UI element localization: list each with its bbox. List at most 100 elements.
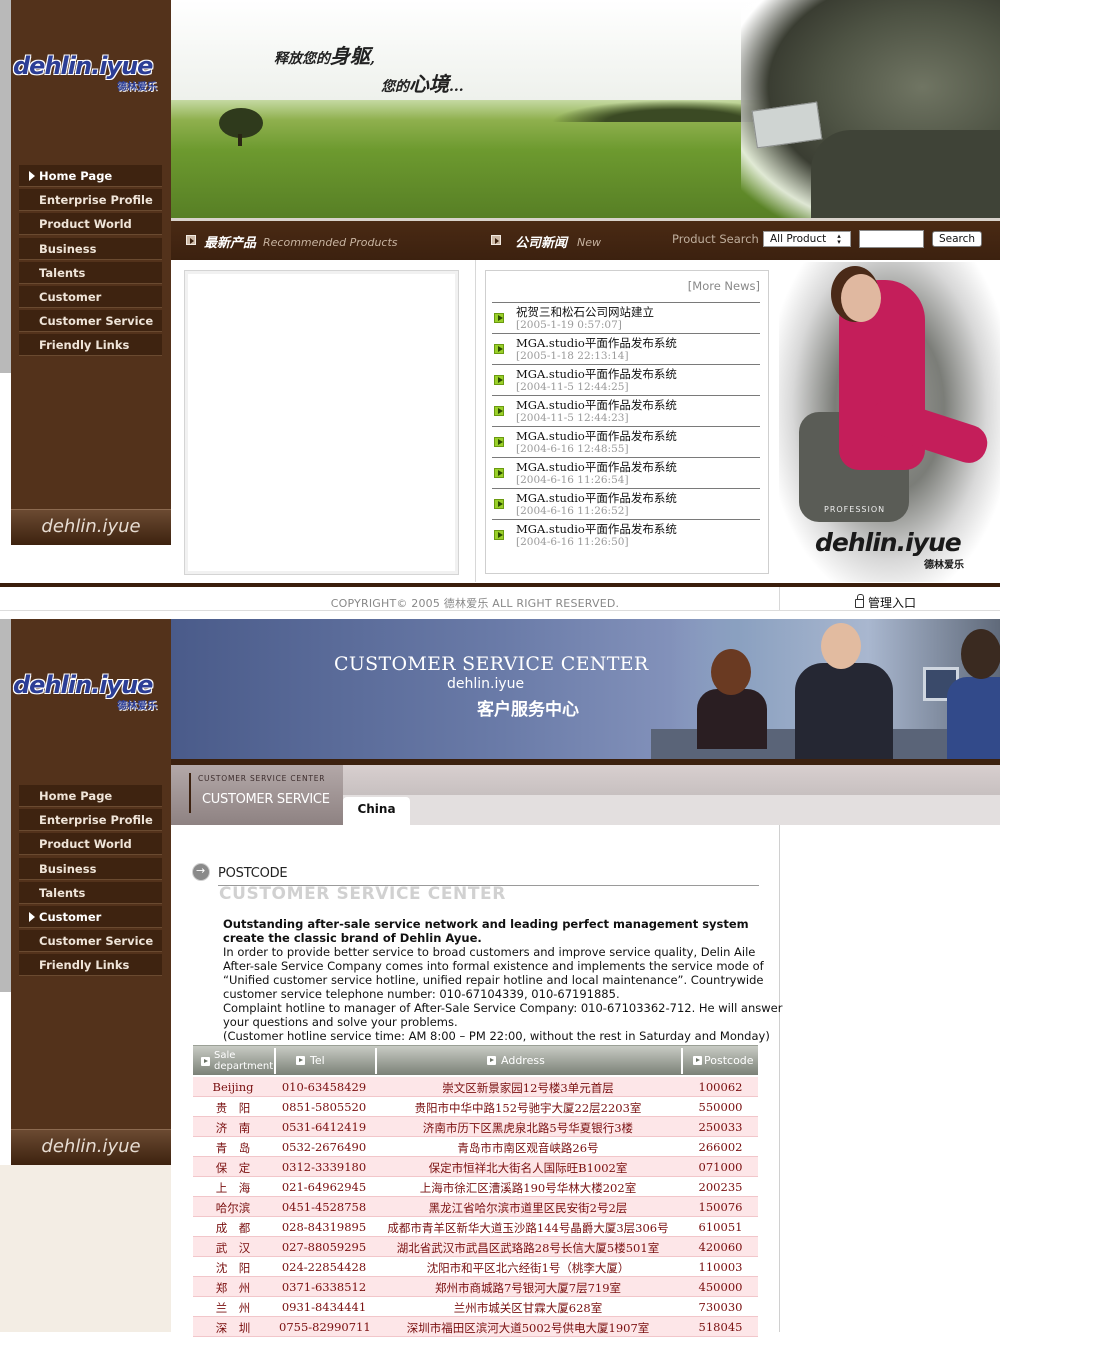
cell-postcode: 150076 bbox=[698, 1200, 743, 1214]
sidebar-2: dehlin.iyue 德林爱乐 Home Page Enterprise Pro… bbox=[11, 619, 171, 1165]
cell-tel: 0371-6338512 bbox=[281, 1280, 367, 1294]
sidebar-item-business-cooperation[interactable]: Business Cooperation bbox=[19, 237, 162, 278]
brand-logo[interactable]: dehlin.iyue 德林爱乐 bbox=[13, 52, 173, 93]
news-bullet-icon bbox=[494, 437, 504, 447]
cell-postcode: 100062 bbox=[698, 1080, 743, 1094]
table-row: 上 海 021-64962945 上海市徐汇区漕溪路190号华林大楼202室 2002… bbox=[193, 1177, 758, 1197]
cell-tel: 0931-8434441 bbox=[281, 1300, 367, 1314]
sidebar-item-business-cooperation[interactable]: Business Cooperation bbox=[19, 857, 162, 898]
th-arrow-icon bbox=[296, 1056, 305, 1065]
product-search-input[interactable] bbox=[859, 230, 924, 248]
column-divider bbox=[475, 260, 476, 582]
search-button[interactable]: Search bbox=[932, 231, 982, 247]
main-nav-2: Home Page Enterprise Profile Product World… bbox=[19, 785, 162, 979]
news-title[interactable]: MGA.studio平面作品发布系统 bbox=[516, 521, 677, 537]
cell-address: 青岛市市南区观音峡路26号 bbox=[457, 1141, 599, 1155]
th-sale-line2: department bbox=[214, 1061, 274, 1072]
sidebar-item-label: Customer Service bbox=[39, 934, 154, 949]
tab-china[interactable]: China bbox=[343, 797, 410, 825]
sidebar-item-label: Product World bbox=[39, 837, 132, 852]
cell-postcode: 730030 bbox=[698, 1300, 743, 1314]
news-title[interactable]: MGA.studio平面作品发布系统 bbox=[516, 335, 677, 351]
cell-city: Beijing bbox=[212, 1080, 254, 1094]
sidebar-item-home-page[interactable]: Home Page bbox=[19, 165, 162, 187]
sidebar-item-friendly-links[interactable]: Friendly Links bbox=[19, 334, 162, 357]
table-row: 郑 州 0371-6338512 郑州市商城路7号银河大厦7层719室 450000 bbox=[193, 1277, 758, 1297]
sidebar-item-talents-recruitment[interactable]: Talents Recruitment bbox=[19, 881, 162, 922]
news-item[interactable]: MGA.studio平面作品发布系统 [2004-11-5 12:44:25] bbox=[492, 364, 760, 395]
news-item[interactable]: MGA.studio平面作品发布系统 [2004-6-16 11:26:52] bbox=[492, 488, 760, 519]
news-item[interactable]: MGA.studio平面作品发布系统 [2004-6-16 11:26:54] bbox=[492, 457, 760, 488]
admin-login-link[interactable]: 管理入口 bbox=[855, 594, 916, 611]
active-arrow-icon bbox=[29, 171, 35, 181]
th-sale-department: Sale department bbox=[199, 1048, 276, 1074]
cell-tel: 0532-2676490 bbox=[281, 1140, 367, 1154]
cell-postcode: 266002 bbox=[698, 1140, 743, 1154]
banner-tree-trunk bbox=[238, 134, 242, 146]
sidebar-item-talents-recruitment[interactable]: Talents Recruitment bbox=[19, 261, 162, 302]
table-row: 兰 州 0931-8434441 兰州市城关区甘霖大厦628室 730030 bbox=[193, 1297, 758, 1317]
news-item[interactable]: MGA.studio平面作品发布系统 [2004-6-16 11:26:50] bbox=[492, 519, 760, 550]
th-address-label: Address bbox=[501, 1054, 545, 1067]
news-bullet-icon bbox=[494, 530, 504, 540]
photo-man-head bbox=[821, 623, 861, 669]
sidebar-item-label: Enterprise Profile bbox=[39, 193, 153, 208]
slogan-line-1: 释放您的身躯, bbox=[274, 40, 375, 69]
promo-logo: dehlin.iyue bbox=[815, 528, 962, 557]
news-bullet-icon bbox=[494, 406, 504, 416]
sidebar-item-label: Home Page bbox=[39, 169, 113, 183]
sidebar-footer-brand: dehlin.iyue bbox=[11, 509, 171, 545]
photo-person3-body bbox=[947, 677, 1000, 759]
sidebar-item-home-page[interactable]: Home Page bbox=[19, 785, 162, 807]
sidebar-item-label: Enterprise Profile bbox=[39, 813, 153, 828]
cs-title-small: CUSTOMER SERVICE CENTER bbox=[198, 774, 326, 783]
slogan2-prefix: 您的 bbox=[381, 79, 409, 95]
news-item[interactable]: MGA.studio平面作品发布系统 [2004-6-16 12:48:55] bbox=[492, 426, 760, 457]
table-row: 成 都 028-84319895 成都市青羊区新华大道玉沙路144号晶爵大厦3层30… bbox=[193, 1217, 758, 1237]
cell-city: 深 圳 bbox=[215, 1321, 251, 1335]
sidebar-item-friendly-links[interactable]: Friendly Links bbox=[19, 954, 162, 977]
cs-brand: dehlin.iyue bbox=[447, 676, 525, 692]
cell-tel: 0312-3339180 bbox=[281, 1160, 367, 1174]
news-title[interactable]: 祝贺三和松石公司网站建立 bbox=[516, 304, 654, 320]
cs-watermark: CUSTOMER SERVICE CENTER bbox=[219, 884, 506, 904]
cell-city: 青 岛 bbox=[215, 1141, 251, 1155]
more-news-link[interactable]: [More News] bbox=[688, 279, 760, 293]
cell-postcode: 250033 bbox=[698, 1120, 743, 1134]
news-item[interactable]: MGA.studio平面作品发布系统 [2005-1-18 22:13:14] bbox=[492, 333, 760, 364]
th-arrow-icon bbox=[487, 1056, 496, 1065]
sidebar-footer-brand-2: dehlin.iyue bbox=[11, 1129, 171, 1165]
cell-city: 沈 阳 bbox=[215, 1261, 251, 1275]
news-title[interactable]: MGA.studio平面作品发布系统 bbox=[516, 366, 677, 382]
sidebar-item-product-world[interactable]: Product World bbox=[19, 213, 162, 236]
cell-postcode: 110003 bbox=[698, 1260, 743, 1274]
cell-address: 兰州市城关区甘霖大厦628室 bbox=[453, 1301, 603, 1315]
sidebar-item-label: Home Page bbox=[39, 789, 113, 803]
th-address: Address bbox=[379, 1048, 683, 1074]
cell-address: 上海市徐汇区漕溪路190号华林大楼202室 bbox=[419, 1181, 637, 1195]
news-bullet-icon bbox=[494, 375, 504, 385]
sidebar-item-customer-comment[interactable]: Customer Comment bbox=[19, 905, 162, 946]
news-item[interactable]: 祝贺三和松石公司网站建立 [2005-1-19 0:57:07] bbox=[492, 302, 760, 333]
news-bullet-icon bbox=[494, 468, 504, 478]
news-item[interactable]: MGA.studio平面作品发布系统 [2004-11-5 12:44:23] bbox=[492, 395, 760, 426]
slogan2-big: 心境 bbox=[409, 72, 449, 96]
cell-tel: 0851-5805520 bbox=[281, 1100, 367, 1114]
promo-small-text: PROFESSION bbox=[824, 505, 886, 514]
news-title[interactable]: MGA.studio平面作品发布系统 bbox=[516, 459, 677, 475]
news-title[interactable]: MGA.studio平面作品发布系统 bbox=[516, 490, 677, 506]
sidebar-shadow bbox=[0, 0, 11, 373]
sidebar-item-enterprise-profile[interactable]: Enterprise Profile bbox=[19, 809, 162, 832]
sidebar-item-enterprise-profile[interactable]: Enterprise Profile bbox=[19, 189, 162, 212]
news-bullet-icon bbox=[494, 313, 504, 323]
logo-text-2: dehlin.iyue bbox=[13, 671, 153, 699]
sidebar-item-customer-comment[interactable]: Customer Comment bbox=[19, 285, 162, 326]
promo-model-head bbox=[841, 274, 881, 322]
sidebar-item-customer-service[interactable]: Customer Service bbox=[19, 310, 162, 333]
product-category-select[interactable]: All Product bbox=[763, 231, 851, 247]
sidebar-item-customer-service[interactable]: Customer Service bbox=[19, 930, 162, 953]
sidebar-item-product-world[interactable]: Product World bbox=[19, 833, 162, 856]
news-title[interactable]: MGA.studio平面作品发布系统 bbox=[516, 428, 677, 444]
news-title[interactable]: MGA.studio平面作品发布系统 bbox=[516, 397, 677, 413]
brand-logo-2[interactable]: dehlin.iyue 德林爱乐 bbox=[13, 671, 173, 712]
